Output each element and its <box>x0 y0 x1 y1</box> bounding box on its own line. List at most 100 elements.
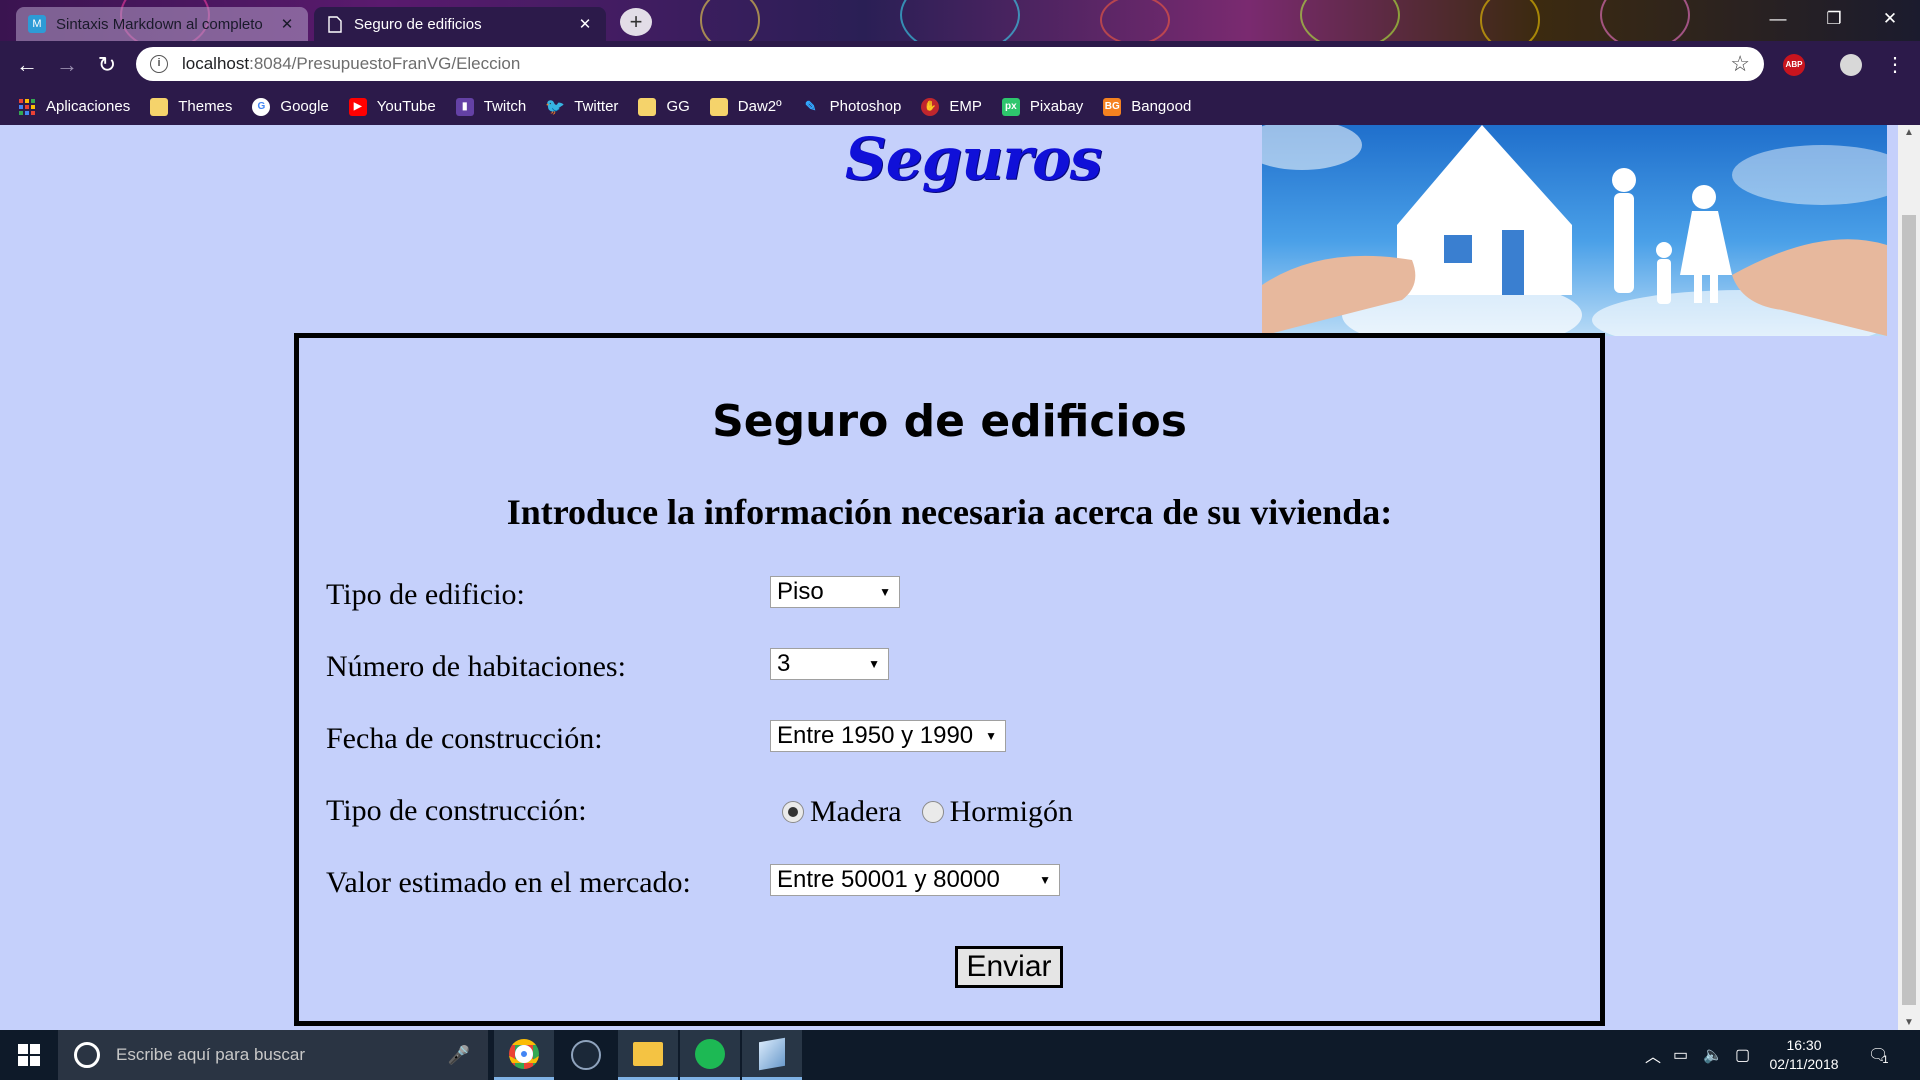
tab-title: Seguro de edificios <box>354 15 482 33</box>
network-icon[interactable]: ▢ <box>1735 1030 1750 1080</box>
building-type-select[interactable]: Piso ▼ <box>770 576 900 608</box>
field-label: Número de habitaciones: <box>326 650 626 683</box>
site-logo: Seguros <box>845 125 1102 193</box>
scroll-up-icon[interactable]: ▲ <box>1898 127 1920 138</box>
form-panel: Seguro de edificios Introduce la informa… <box>294 333 1605 1026</box>
microphone-icon[interactable]: 🎤 <box>448 1045 470 1066</box>
field-label: Tipo de edificio: <box>326 578 525 611</box>
tab-markdown[interactable]: M Sintaxis Markdown al completo ✕ <box>16 7 308 41</box>
taskbar-search[interactable]: Escribe aquí para buscar 🎤 <box>58 1030 488 1080</box>
bookmark-label: Aplicaciones <box>46 98 131 115</box>
field-label: Fecha de construcción: <box>326 722 603 755</box>
bookmark-google[interactable]: G Google <box>252 97 329 116</box>
bookmark-label: Photoshop <box>829 98 902 115</box>
battery-icon[interactable]: ▭ <box>1673 1030 1688 1080</box>
select-value: Entre 1950 y 1990 <box>777 722 974 749</box>
bookmark-label: Twitch <box>483 98 527 115</box>
bookmark-pixabay[interactable]: px Pixabay <box>1001 97 1083 116</box>
bookmark-themes[interactable]: Themes <box>150 97 233 116</box>
decor-shape <box>1300 0 1400 41</box>
decor-shape <box>1480 0 1540 41</box>
radio-label: Hormigón <box>949 795 1073 828</box>
close-tab-icon[interactable]: ✕ <box>278 15 296 33</box>
bookmark-label: Themes <box>178 98 233 115</box>
adblock-extension-icon[interactable]: ABP <box>1783 54 1805 76</box>
panel-title: Seguro de edificios <box>712 396 1187 447</box>
bookmark-label: EMP <box>949 98 982 115</box>
bookmark-youtube[interactable]: ▶ YouTube <box>348 97 436 116</box>
minimize-button[interactable]: — <box>1750 0 1806 41</box>
twitter-icon: 🐦 <box>545 98 566 116</box>
photoshop-icon: ✎ <box>804 98 817 114</box>
scroll-down-icon[interactable]: ▼ <box>1898 1017 1920 1028</box>
folder-icon <box>150 97 169 116</box>
caret-down-icon: ▼ <box>868 657 880 671</box>
markdown-favicon-icon: M <box>28 15 46 33</box>
field-label: Valor estimado en el mercado: <box>326 866 691 899</box>
folder-icon <box>633 1041 663 1066</box>
url-path: :8084/PresupuestoFranVG/Eleccion <box>249 54 521 73</box>
bookmark-twitter[interactable]: 🐦 Twitter <box>545 98 618 116</box>
tab-seguro-edificios[interactable]: Seguro de edificios ✕ <box>314 7 606 41</box>
virtualbox-icon <box>759 1037 785 1070</box>
build-date-select[interactable]: Entre 1950 y 1990 ▼ <box>770 720 1006 752</box>
bookmark-aplicaciones[interactable]: Aplicaciones <box>18 98 130 116</box>
scroll-thumb[interactable] <box>1902 215 1916 1005</box>
bookmark-star-icon[interactable]: ☆ <box>1730 51 1750 77</box>
page-scrollbar[interactable]: ▲ ▼ <box>1898 125 1920 1030</box>
caret-down-icon: ▼ <box>1039 873 1051 887</box>
taskbar-spotify[interactable] <box>680 1030 740 1080</box>
taskbar-chrome[interactable] <box>494 1030 554 1080</box>
tray-chevron-icon[interactable]: ︿ <box>1645 1030 1661 1080</box>
start-button[interactable] <box>0 1030 58 1080</box>
close-tab-icon[interactable]: ✕ <box>576 15 594 33</box>
decor-shape <box>700 0 760 41</box>
taskbar-clock[interactable]: 16:30 02/11/2018 <box>1756 1036 1852 1074</box>
forward-button[interactable]: → <box>52 51 82 79</box>
bookmark-bangood[interactable]: BG Bangood <box>1103 97 1192 116</box>
taskbar-steam[interactable] <box>556 1030 616 1080</box>
bookmark-daw2[interactable]: Daw2º <box>709 97 782 116</box>
bookmark-twitch[interactable]: ▮ Twitch <box>455 97 527 116</box>
bookmark-label: YouTube <box>376 98 436 115</box>
radio-label: Madera <box>810 795 902 828</box>
reload-button[interactable]: ↻ <box>92 51 122 79</box>
market-value-select[interactable]: Entre 50001 y 80000 ▼ <box>770 864 1060 896</box>
chrome-icon <box>509 1038 539 1069</box>
close-window-button[interactable]: ✕ <box>1862 0 1918 41</box>
bookmark-gg[interactable]: GG <box>638 97 690 116</box>
notifications-button[interactable]: 🗨 1 <box>1868 1030 1888 1080</box>
taskbar-virtualbox[interactable] <box>742 1030 802 1080</box>
submit-button[interactable]: Enviar <box>955 946 1063 988</box>
url-host: localhost <box>182 54 250 73</box>
radio-hormigon[interactable] <box>921 801 944 823</box>
browser-toolbar: ← → ↻ i localhost:8084/PresupuestoFranVG… <box>0 41 1920 88</box>
caret-down-icon: ▼ <box>879 585 891 599</box>
new-tab-button[interactable]: + <box>620 8 652 36</box>
emp-icon: ✋ <box>921 97 940 116</box>
site-info-icon[interactable]: i <box>150 55 168 73</box>
bookmark-emp[interactable]: ✋ EMP <box>921 97 982 116</box>
clock-date: 02/11/2018 <box>1769 1056 1839 1072</box>
profile-avatar[interactable] <box>1840 54 1862 76</box>
construction-type-radio-group: Madera Hormigón <box>782 795 1073 829</box>
restore-button[interactable]: ❐ <box>1806 0 1862 41</box>
taskbar-file-explorer[interactable] <box>618 1030 678 1080</box>
bookmarks-bar: Aplicaciones Themes G Google ▶ YouTube ▮… <box>0 88 1920 125</box>
volume-icon[interactable]: 🔈 <box>1703 1030 1723 1080</box>
menu-kebab-icon[interactable]: ⋮ <box>1880 51 1910 79</box>
decor-shape <box>900 0 1020 41</box>
cortana-icon <box>74 1042 100 1068</box>
pixabay-icon: px <box>1001 97 1020 116</box>
search-placeholder: Escribe aquí para buscar <box>116 1045 305 1064</box>
address-bar[interactable]: i localhost:8084/PresupuestoFranVG/Elecc… <box>136 47 1764 81</box>
rooms-select[interactable]: 3 ▼ <box>770 648 889 680</box>
back-button[interactable]: ← <box>12 51 42 79</box>
radio-madera[interactable] <box>782 801 804 823</box>
bookmark-photoshop[interactable]: ✎ Photoshop <box>802 98 902 116</box>
banggood-icon: BG <box>1103 97 1122 116</box>
hero-image <box>1262 125 1887 336</box>
tab-title: Sintaxis Markdown al completo <box>56 15 263 33</box>
bookmark-label: Bangood <box>1131 98 1192 115</box>
apps-grid-icon <box>18 98 36 116</box>
